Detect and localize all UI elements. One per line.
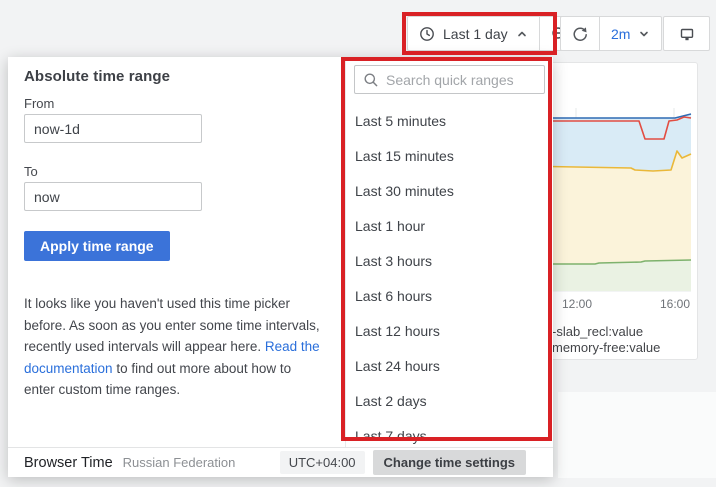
- browser-time-label: Browser Time: [24, 455, 113, 471]
- section-heading: Absolute time range: [24, 68, 325, 85]
- refresh-interval-label: 2m: [611, 26, 630, 42]
- utc-offset-badge: UTC+04:00: [280, 451, 365, 474]
- quick-range-item[interactable]: Last 24 hours: [346, 348, 553, 383]
- legend-item: -slab_recl:value: [552, 324, 643, 339]
- x-axis-tick: 12:00: [562, 297, 592, 311]
- time-picker-info-text: It looks like you haven't used this time…: [24, 293, 324, 401]
- quick-range-item[interactable]: Last 7 days: [346, 418, 553, 447]
- clock-icon: [419, 26, 435, 42]
- chevron-up-icon: [516, 28, 528, 40]
- quick-range-item[interactable]: Last 2 days: [346, 383, 553, 418]
- legend-item: memory-free:value: [552, 340, 660, 355]
- search-box: [354, 65, 545, 94]
- quick-range-item[interactable]: Last 6 hours: [346, 278, 553, 313]
- to-input[interactable]: [24, 182, 202, 211]
- dashboard-panel-partial: [558, 392, 716, 478]
- search-icon: [363, 72, 379, 88]
- quick-range-item[interactable]: Last 15 minutes: [346, 138, 553, 173]
- tv-mode-button[interactable]: [663, 16, 710, 51]
- quick-range-item[interactable]: Last 30 minutes: [346, 173, 553, 208]
- quick-range-item[interactable]: Last 5 minutes: [346, 103, 553, 138]
- time-picker-panel: Absolute time range From To Apply time r…: [8, 57, 553, 477]
- quick-range-item[interactable]: Last 3 hours: [346, 243, 553, 278]
- change-time-settings-button[interactable]: Change time settings: [373, 450, 526, 475]
- refresh-icon: [572, 26, 588, 42]
- x-axis-tick: 16:00: [660, 297, 690, 311]
- from-label: From: [24, 96, 325, 111]
- browser-time-footer: Browser Time Russian Federation UTC+04:0…: [8, 447, 553, 477]
- apply-time-range-button[interactable]: Apply time range: [24, 231, 170, 261]
- browser-time-region: Russian Federation: [123, 455, 236, 470]
- refresh-button-group: 2m: [560, 16, 662, 51]
- quick-ranges-dropdown: Last 5 minutesLast 15 minutesLast 30 min…: [345, 57, 553, 447]
- to-label: To: [24, 164, 325, 179]
- time-picker-label: Last 1 day: [443, 26, 508, 42]
- quick-range-item[interactable]: Last 1 hour: [346, 208, 553, 243]
- refresh-interval-dropdown[interactable]: 2m: [599, 17, 661, 50]
- from-input[interactable]: [24, 114, 202, 143]
- quick-range-item[interactable]: Last 12 hours: [346, 313, 553, 348]
- quick-ranges-list: Last 5 minutesLast 15 minutesLast 30 min…: [346, 103, 553, 447]
- absolute-time-range-section: Absolute time range From To Apply time r…: [8, 57, 345, 447]
- time-picker-button-group: Last 1 day: [407, 16, 579, 51]
- time-picker-button[interactable]: Last 1 day: [408, 17, 539, 50]
- refresh-button[interactable]: [561, 17, 599, 50]
- search-quick-ranges-input[interactable]: [386, 72, 536, 88]
- chevron-down-icon: [638, 28, 650, 40]
- monitor-icon: [679, 26, 695, 42]
